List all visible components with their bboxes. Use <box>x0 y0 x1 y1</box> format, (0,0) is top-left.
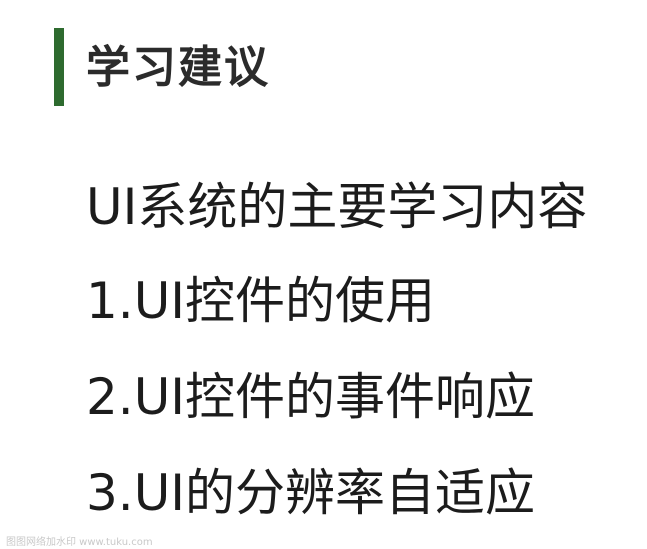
watermark-text: 图图网络加水印 www.tuku.com <box>6 537 153 548</box>
content-line-1: 1.UI控件的使用 <box>86 272 436 330</box>
content-line-3: 3.UI的分辨率自适应 <box>86 464 536 522</box>
content-line-heading: UI系统的主要学习内容 <box>86 178 588 236</box>
slide: 学习建议 UI系统的主要学习内容 1.UI控件的使用 2.UI控件的事件响应 3… <box>0 0 647 549</box>
slide-title: 学习建议 <box>86 42 270 93</box>
content-line-2: 2.UI控件的事件响应 <box>86 368 536 426</box>
title-accent-bar <box>54 28 64 106</box>
